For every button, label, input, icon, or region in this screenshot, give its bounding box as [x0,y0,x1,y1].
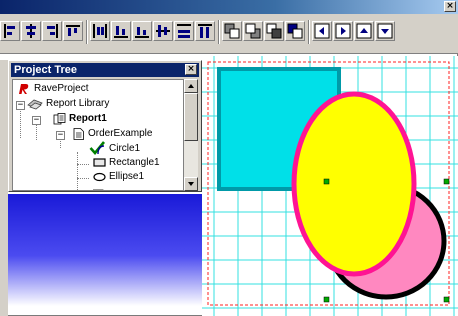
center-horizontal-icon [156,25,170,37]
report-library-icon [27,99,43,110]
tree-item-label: Rectangle1 [109,157,160,168]
scroll-thumb[interactable] [184,93,198,141]
design-canvas[interactable] [202,56,458,316]
tree-item-label: Circle1 [109,143,141,154]
bring-forward-icon [266,23,282,39]
rave-project-icon [19,84,29,94]
send-to-back-button[interactable] [243,21,263,41]
project-tree-title: Project Tree × [11,63,199,77]
left-blue-panel [8,194,202,306]
space-horizontally-button[interactable] [90,21,110,41]
tree-expander-orderexample[interactable]: − [56,131,65,140]
nudge-down-icon [377,23,393,39]
align-top-icon [66,25,80,36]
tree-item-partial [93,186,123,190]
align-bottom-button[interactable] [132,21,152,41]
tree-expander-report-library[interactable]: − [16,101,25,110]
project-tree-view[interactable]: RaveProject − Report Library − Report1 −… [12,79,184,191]
nudge-left-icon [314,23,330,39]
tree-item-label: Report Library [46,98,110,109]
stretch-icon [198,24,212,38]
window-close-button[interactable]: × [444,1,456,12]
tree-item-label: Report1 [69,113,107,124]
align-center-icon [26,24,36,38]
space-vertical-icon [114,26,128,38]
page-layout-svg [202,56,458,316]
align-left-button[interactable] [0,21,20,41]
space-horizontal-icon [93,24,107,38]
project-tree-panel: Project Tree × RaveProject − Report Libr… [8,60,202,192]
space-vertically-button[interactable] [111,21,131,41]
project-tree-title-text: Project Tree [14,64,77,76]
tree-expander-report1[interactable]: − [32,116,41,125]
report-icon [53,113,66,125]
align-right-button[interactable] [42,21,62,41]
scroll-down-button[interactable] [184,177,198,191]
nudge-left-button[interactable] [312,21,332,41]
equal-size-icon [177,24,191,38]
send-backward-button[interactable] [285,21,305,41]
designer-window: × Project Tree × RaveProject − Report Li… [0,0,458,316]
tree-item-label: OrderExample [88,128,153,139]
align-center-button[interactable] [21,21,41,41]
align-left-icon [4,24,15,38]
nudge-up-icon [356,23,372,39]
align-bottom-icon [135,27,149,38]
page-icon [73,128,84,140]
alignment-toolbar [0,14,458,54]
tree-item-label: Ellipse1 [109,171,145,182]
nudge-right-icon [335,23,351,39]
nudge-right-button[interactable] [333,21,353,41]
equal-size-button[interactable] [174,21,194,41]
nudge-down-button[interactable] [375,21,395,41]
scroll-up-arrow-icon [188,84,194,88]
circle-icon [89,141,106,155]
nudge-up-button[interactable] [354,21,374,41]
scroll-up-button[interactable] [184,79,198,93]
project-tree-close-button[interactable]: × [185,64,197,75]
ellipse-icon [93,172,106,182]
title-bar: × [0,0,458,14]
center-horizontally-button[interactable] [153,21,173,41]
project-tree-scrollbar[interactable] [184,79,198,191]
left-dock-frame [0,60,8,316]
bring-to-front-icon [224,23,240,39]
rectangle-icon [93,158,106,167]
partial-row-icon [93,189,104,190]
bring-to-front-button[interactable] [222,21,242,41]
align-right-icon [47,24,58,38]
send-backward-icon [287,23,303,39]
send-to-back-icon [245,23,261,39]
stretch-button[interactable] [195,21,215,41]
bring-forward-button[interactable] [264,21,284,41]
align-top-button[interactable] [63,21,83,41]
tree-item-label: RaveProject [34,83,89,94]
ellipse1-shape[interactable] [291,91,417,277]
scroll-down-arrow-icon [188,182,194,186]
